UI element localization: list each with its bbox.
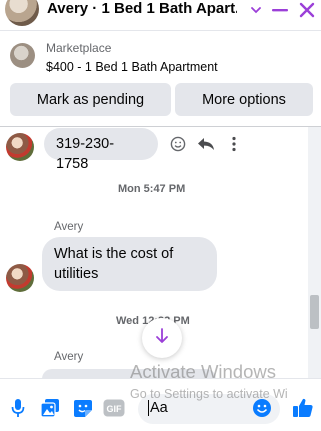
more-options-button[interactable]: More options bbox=[175, 83, 313, 116]
sender-name: Avery bbox=[54, 221, 84, 233]
chat-title[interactable]: Avery · 1 Bed 1 Bath Apart... bbox=[47, 0, 237, 18]
sender-avatar[interactable] bbox=[6, 264, 34, 292]
arrow-down-icon bbox=[154, 327, 170, 350]
chevron-down-icon[interactable] bbox=[246, 0, 266, 20]
mark-as-pending-button[interactable]: Mark as pending bbox=[10, 83, 171, 116]
listing-divider bbox=[0, 126, 321, 127]
composer-divider bbox=[0, 378, 321, 379]
photo-icon[interactable] bbox=[39, 397, 61, 419]
more-vert-icon[interactable] bbox=[225, 135, 243, 153]
message-timestamp: Mon 5:47 PM bbox=[118, 183, 186, 195]
gif-icon[interactable]: GIF bbox=[103, 397, 125, 419]
listing-thumbnail[interactable] bbox=[10, 43, 35, 68]
thumbs-up-icon[interactable] bbox=[292, 397, 314, 419]
scrollbar-thumb[interactable] bbox=[310, 295, 319, 329]
microphone-icon[interactable] bbox=[7, 397, 29, 419]
sticker-icon[interactable] bbox=[72, 397, 94, 419]
emoji-react-icon[interactable] bbox=[169, 135, 187, 153]
sender-name: Avery bbox=[54, 351, 84, 363]
svg-text:GIF: GIF bbox=[107, 404, 123, 414]
reply-icon[interactable] bbox=[197, 135, 215, 153]
header-divider bbox=[0, 30, 321, 31]
message-bubble[interactable]: 319-230-1758 bbox=[44, 128, 158, 172]
scrollbar-track[interactable] bbox=[308, 127, 321, 378]
listing-source-label: Marketplace bbox=[46, 41, 112, 55]
listing-title[interactable]: $400 - 1 Bed 1 Bath Apartment bbox=[46, 60, 218, 74]
avatar[interactable] bbox=[5, 0, 39, 26]
chat-header: Avery · 1 Bed 1 Bath Apart... bbox=[0, 0, 321, 30]
scroll-to-bottom-button[interactable] bbox=[142, 318, 182, 358]
minimize-icon[interactable] bbox=[270, 0, 290, 20]
message-input-placeholder: Aa bbox=[150, 400, 168, 416]
message-bubble[interactable]: What is the cost of utilities bbox=[42, 237, 217, 291]
sender-avatar[interactable] bbox=[6, 133, 34, 161]
close-icon[interactable] bbox=[297, 0, 317, 20]
emoji-icon[interactable] bbox=[251, 397, 273, 419]
